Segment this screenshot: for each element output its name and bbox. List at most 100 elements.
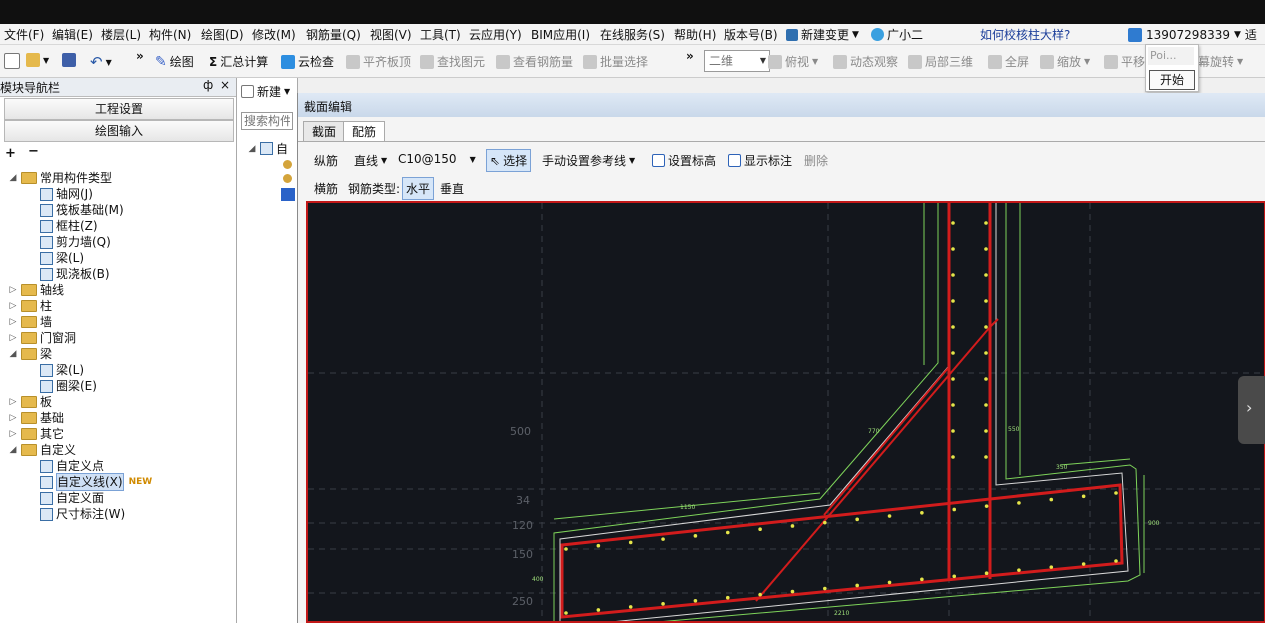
sum-calc-button[interactable]: Σ 汇总计算 <box>209 53 268 70</box>
tree-folder[interactable]: ▷ 轴线 <box>8 282 64 298</box>
start-button[interactable]: 开始 <box>1149 70 1195 90</box>
chevron-right-icon[interactable]: ▷ <box>8 298 18 314</box>
view-rebar-button[interactable]: 查看钢筋量 <box>496 53 573 70</box>
side-expand-handle[interactable]: › <box>1238 376 1265 444</box>
help-question-link[interactable]: 如何校核柱大样? <box>980 26 1070 43</box>
undo-icon[interactable]: ↶ ▼ <box>90 53 112 71</box>
menu-draw[interactable]: 绘图(D) <box>201 26 244 43</box>
pin-icon[interactable]: ф <box>203 78 213 92</box>
dynamic-view-button[interactable]: 动态观察 <box>833 53 898 70</box>
tree-item[interactable]: 剪力墙(Q) <box>40 234 111 250</box>
tree-item[interactable]: 框柱(Z) <box>40 218 98 234</box>
vertical-button[interactable]: 垂直 <box>440 180 464 197</box>
menu-bim[interactable]: BIM应用(I) <box>531 26 590 43</box>
selected-item-icon[interactable] <box>281 188 295 201</box>
tree-item[interactable]: 梁(L) <box>40 362 84 378</box>
chevron-right-icon[interactable]: ▷ <box>8 314 18 330</box>
longitudinal-rebar-button[interactable]: 纵筋 <box>314 152 338 169</box>
tree-folder[interactable]: ▷ 其它 <box>8 426 64 442</box>
tree-item[interactable]: 自定义线(X) NEW <box>40 473 152 491</box>
tree-folder[interactable]: ▷ 门窗洞 <box>8 330 76 346</box>
chevron-down-icon[interactable]: ◢ <box>8 170 18 186</box>
tree-item[interactable]: 自定义面 <box>40 490 104 506</box>
chevron-right-icon[interactable]: ▷ <box>8 410 18 426</box>
tree-folder[interactable]: ▷ 柱 <box>8 298 52 314</box>
menu-modify[interactable]: 修改(M) <box>252 26 296 43</box>
local-3d-button[interactable]: 局部三维 <box>908 53 973 70</box>
chevron-down-icon[interactable]: ◢ <box>8 442 18 458</box>
batch-select-button[interactable]: 批量选择 <box>583 53 648 70</box>
menu-help[interactable]: 帮助(H) <box>674 26 716 43</box>
assistant-menu[interactable]: 广小二 <box>871 26 923 43</box>
zoom-button[interactable]: 缩放 ▼ <box>1040 53 1090 70</box>
tree-item[interactable]: 尺寸标注(W) <box>40 506 125 522</box>
line-type-select[interactable]: 直线 ▼ <box>354 152 387 169</box>
tree-folder[interactable]: ◢ 梁 <box>8 346 52 362</box>
tree-folder[interactable]: ◢ 常用构件类型 <box>8 170 112 186</box>
top-view-button[interactable]: 俯视 ▼ <box>768 53 818 70</box>
delete-button[interactable]: 删除 <box>804 152 828 169</box>
drawing-input-button[interactable]: 绘图输入 <box>4 120 234 142</box>
expand-all-icon[interactable]: + <box>5 146 16 161</box>
show-annotation-button[interactable]: 显示标注 <box>728 152 792 169</box>
view-mode-select[interactable]: 二维 ▼ <box>704 50 770 72</box>
chevron-right-icon[interactable]: ▷ <box>8 394 18 410</box>
chevron-right-icon[interactable]: ▷ <box>8 282 18 298</box>
menu-floor[interactable]: 楼层(L) <box>101 26 141 43</box>
tab-section[interactable]: 截面 <box>303 121 346 142</box>
cloud-check-button[interactable]: 云检查 <box>281 53 334 70</box>
draw-button[interactable]: ✎ 绘图 <box>155 53 194 70</box>
tree-item[interactable]: 筏板基础(M) <box>40 202 124 218</box>
horizontal-button[interactable]: 水平 <box>402 177 435 200</box>
tree-folder[interactable]: ▷ 基础 <box>8 410 64 426</box>
menu-cloud[interactable]: 云应用(Y) <box>469 26 522 43</box>
tree-item[interactable]: 梁(L) <box>40 250 84 266</box>
transverse-rebar-button[interactable]: 横筋 <box>314 180 338 197</box>
chevron-right-icon[interactable]: ▷ <box>8 426 18 442</box>
tree-item[interactable]: 圈梁(E) <box>40 378 97 394</box>
screen-rotate-button[interactable]: 幕旋转 ▼ <box>1198 53 1243 70</box>
tree-item[interactable]: 现浇板(B) <box>40 266 110 282</box>
pan-button[interactable]: 平移 <box>1104 53 1145 70</box>
tree-folder[interactable]: ▷ 墙 <box>8 314 52 330</box>
fullscreen-button[interactable]: 全屏 <box>988 53 1029 70</box>
popup-field[interactable]: Poi... <box>1148 47 1194 65</box>
select-tool-button[interactable]: ⇖ 选择 <box>486 149 532 172</box>
chevron-down-icon[interactable]: ◢ <box>8 346 18 362</box>
align-top-button[interactable]: 平齐板顶 <box>346 53 411 70</box>
set-elevation-button[interactable]: 设置标高 <box>652 152 716 169</box>
rebar-spec-select[interactable]: C10@150 ▼ <box>398 152 476 166</box>
gear-icon[interactable] <box>283 160 292 169</box>
component-search-input[interactable] <box>241 112 293 130</box>
collapse-all-icon[interactable]: − <box>28 144 39 159</box>
find-element-button[interactable]: 查找图元 <box>420 53 485 70</box>
menu-component[interactable]: 构件(N) <box>149 26 191 43</box>
gear-icon[interactable] <box>283 174 292 183</box>
component-tree-root[interactable]: ◢ 自 <box>247 140 288 157</box>
new-change-menu[interactable]: 新建变更 ▼ <box>786 26 859 43</box>
tree-item[interactable]: 自定义点 <box>40 458 104 474</box>
user-account[interactable]: 13907298339 ▼ 适 <box>1128 26 1257 43</box>
menu-view[interactable]: 视图(V) <box>370 26 412 43</box>
tab-rebar[interactable]: 配筋 <box>343 121 386 142</box>
tree-folder[interactable]: ◢ 自定义 <box>8 442 76 458</box>
new-component-button[interactable]: 新建 ▼ <box>241 83 290 100</box>
tree-folder[interactable]: ▷ 板 <box>8 394 52 410</box>
new-file-icon[interactable] <box>4 53 20 69</box>
drawing-canvas[interactable]: 500 34 120 150 250 770 1150 550 350 400 … <box>306 201 1265 623</box>
overflow-icon[interactable]: » <box>136 49 144 63</box>
menu-tools[interactable]: 工具(T) <box>420 26 461 43</box>
menu-online[interactable]: 在线服务(S) <box>600 26 665 43</box>
menu-edit[interactable]: 编辑(E) <box>52 26 93 43</box>
close-icon[interactable]: × <box>220 78 230 92</box>
project-settings-button[interactable]: 工程设置 <box>4 98 234 120</box>
save-icon[interactable] <box>62 53 76 67</box>
tree-item[interactable]: 轴网(J) <box>40 186 93 202</box>
overflow-icon[interactable]: » <box>686 49 694 63</box>
menu-rebar-qty[interactable]: 钢筋量(Q) <box>306 26 361 43</box>
manual-ref-line-button[interactable]: 手动设置参考线 ▼ <box>542 152 635 169</box>
menu-file[interactable]: 文件(F) <box>4 26 44 43</box>
open-file-icon[interactable]: ▼ <box>26 53 49 67</box>
chevron-right-icon[interactable]: ▷ <box>8 330 18 346</box>
section-drawing[interactable]: 500 34 120 150 250 770 1150 550 350 400 … <box>308 203 1264 621</box>
